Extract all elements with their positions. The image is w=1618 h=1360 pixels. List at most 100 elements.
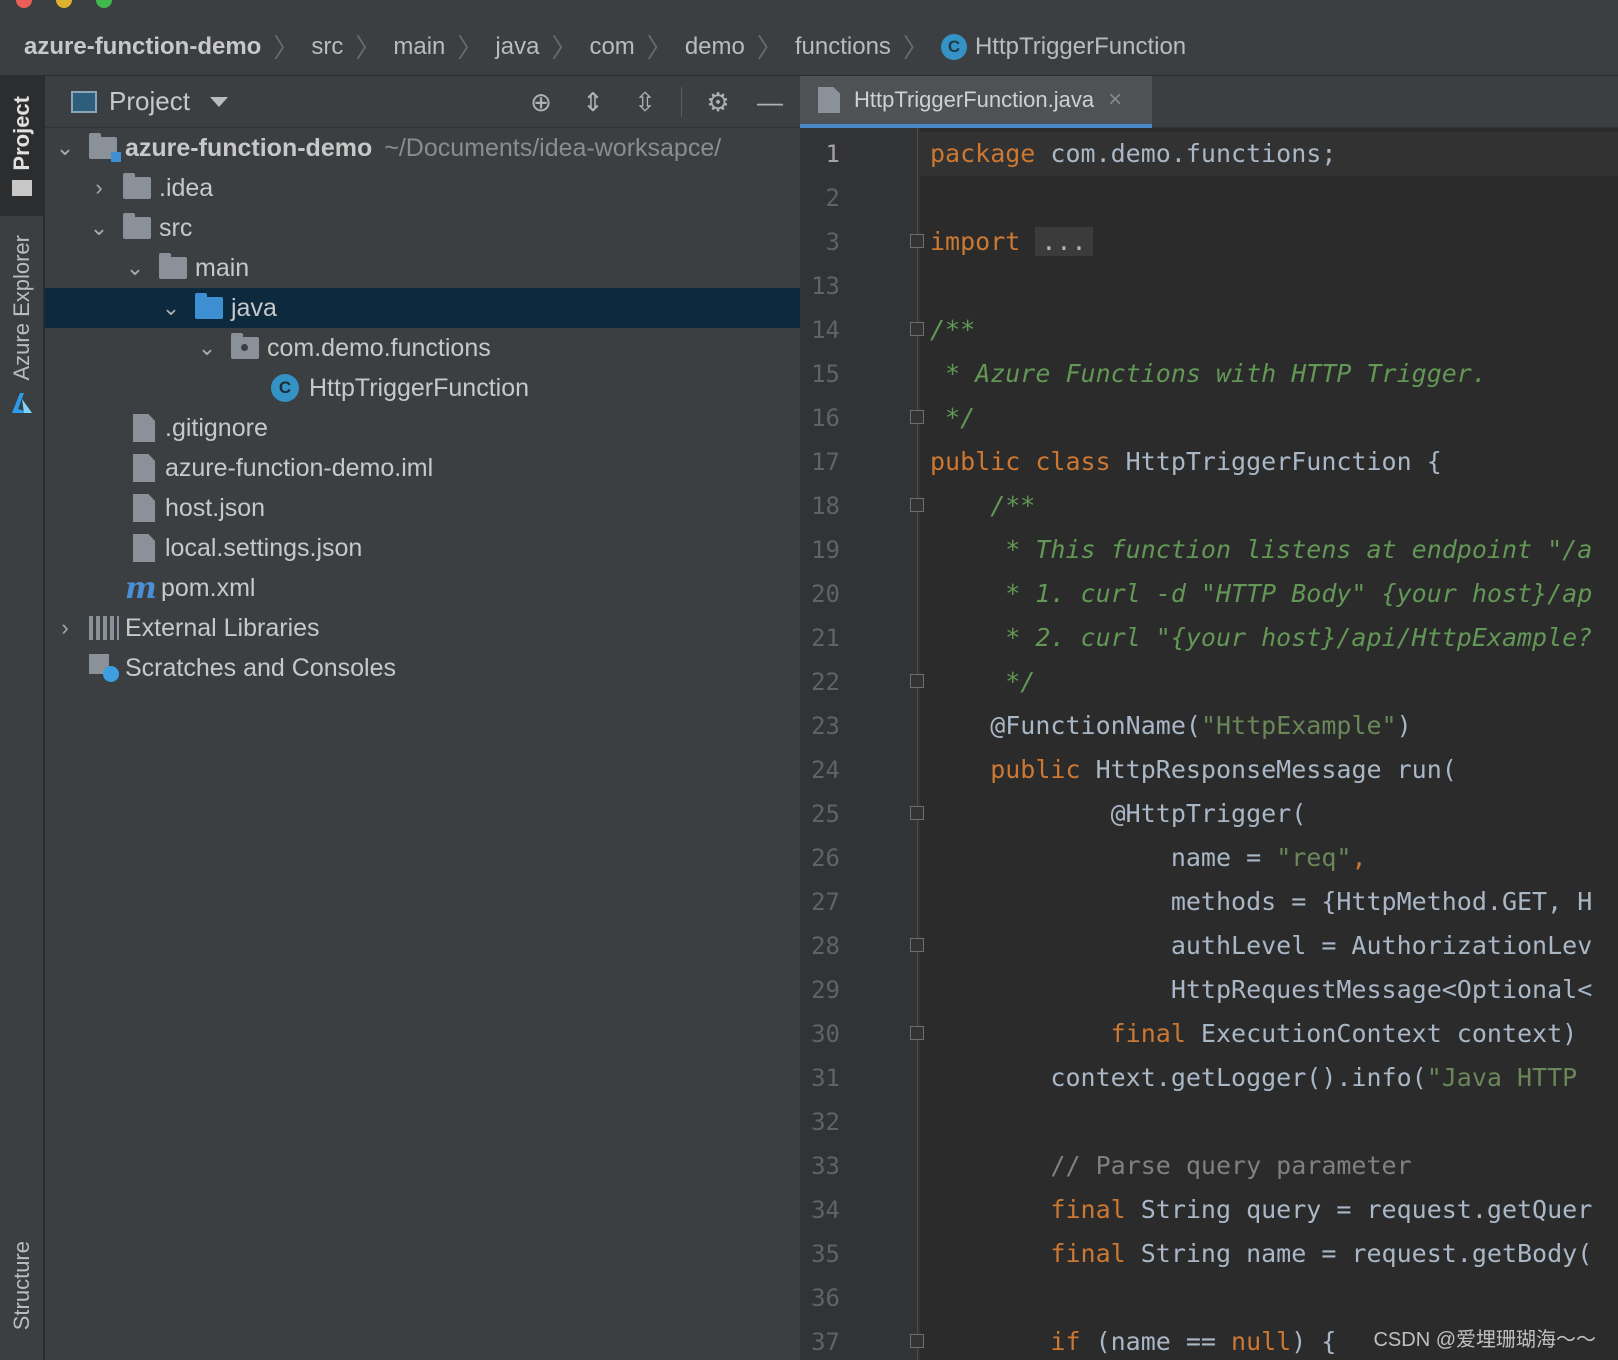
code-token: ) <box>1396 711 1412 740</box>
project-panel-toolbar: ⊕ ⇕ ⇳ ⚙ — <box>525 76 786 128</box>
line-number: 29 <box>811 976 840 1004</box>
structure-tool-button[interactable]: Structure <box>0 1216 44 1356</box>
fold-collapse-icon[interactable] <box>910 322 924 336</box>
code-line-31: context.getLogger().info("Java HTTP <box>930 1056 1592 1100</box>
folder-icon <box>159 253 187 279</box>
tree-item-label: .idea <box>159 173 214 202</box>
fold-guide <box>917 128 918 1360</box>
tree-item-scratches[interactable]: Scratches and Consoles <box>45 648 800 688</box>
chevron-right-icon[interactable]: › <box>51 615 79 641</box>
tree-item-local-settings[interactable]: local.settings.json <box>45 528 800 568</box>
breadcrumb-separator-icon: 〉 <box>756 33 783 63</box>
breadcrumb-item-com[interactable]: com <box>589 33 634 61</box>
chevron-down-icon[interactable]: ⌄ <box>157 295 185 321</box>
tree-item-external-libraries[interactable]: › External Libraries <box>45 608 800 648</box>
tree-item-package[interactable]: ⌄ com.demo.functions <box>45 328 800 368</box>
code-line-26: name = "req", <box>930 836 1367 880</box>
line-number: 20 <box>811 580 840 608</box>
fold-end-icon[interactable] <box>910 938 924 952</box>
line-number: 19 <box>811 536 840 564</box>
hide-panel-icon[interactable]: — <box>754 86 786 118</box>
tree-item-label: com.demo.functions <box>267 333 491 362</box>
breadcrumb-item-current-class[interactable]: HttpTriggerFunction <box>975 33 1186 61</box>
collapse-all-icon[interactable]: ⇳ <box>629 86 661 118</box>
line-number: 32 <box>811 1108 840 1136</box>
tab-httptriggerfunction[interactable]: HttpTriggerFunction.java × <box>800 76 1152 128</box>
tree-item-pom[interactable]: m pom.xml <box>45 568 800 608</box>
toolbar-divider <box>681 87 682 117</box>
close-window-button[interactable] <box>16 0 32 8</box>
chevron-right-icon[interactable]: › <box>85 175 113 201</box>
code-token: (name == <box>1080 1327 1232 1356</box>
chevron-down-icon[interactable]: ⌄ <box>193 335 221 361</box>
line-number: 36 <box>811 1284 840 1312</box>
ignore-file-icon <box>133 414 155 442</box>
line-number: 28 <box>811 932 840 960</box>
tree-item-label: java <box>231 293 277 322</box>
breadcrumb-item-main[interactable]: main <box>393 33 445 61</box>
tree-item-idea[interactable]: › .idea <box>45 168 800 208</box>
folded-imports[interactable]: ... <box>1035 227 1093 256</box>
code-token: com.demo.functions; <box>1035 139 1337 168</box>
close-icon[interactable]: × <box>1108 86 1122 114</box>
code-token: final <box>930 1195 1126 1224</box>
line-number: 17 <box>811 448 840 476</box>
line-number: 2 <box>825 184 840 212</box>
zoom-window-button[interactable] <box>96 0 112 8</box>
tree-item-project-root[interactable]: ⌄ azure-function-demo ~/Documents/idea-w… <box>45 128 800 168</box>
chevron-down-icon[interactable]: ⌄ <box>121 255 149 281</box>
fold-collapse-icon[interactable] <box>910 498 924 512</box>
tree-item-class-file[interactable]: C HttpTriggerFunction <box>45 368 800 408</box>
tree-item-iml[interactable]: azure-function-demo.iml <box>45 448 800 488</box>
line-number: 23 <box>811 712 840 740</box>
expand-all-icon[interactable]: ⇕ <box>577 86 609 118</box>
breadcrumb-item-java[interactable]: java <box>495 33 539 61</box>
chevron-down-icon[interactable]: ⌄ <box>85 215 113 241</box>
code-token: HttpResponseMessage run( <box>1080 755 1457 784</box>
tree-item-path-hint: ~/Documents/idea-worksapce/ <box>384 133 722 162</box>
chevron-down-icon[interactable] <box>209 96 228 107</box>
tree-item-label: host.json <box>165 493 266 522</box>
fold-collapse-icon[interactable] <box>910 1026 924 1040</box>
code-line-27: methods = {HttpMethod.GET, H <box>930 880 1592 924</box>
tree-item-gitignore[interactable]: .gitignore <box>45 408 800 448</box>
line-number: 34 <box>811 1196 840 1224</box>
breadcrumb-item-project[interactable]: azure-function-demo <box>24 33 261 61</box>
tool-window-strip: Project Azure Explorer Structure <box>0 76 44 1360</box>
breadcrumb-separator-icon: 〉 <box>457 33 484 63</box>
line-number: 31 <box>811 1064 840 1092</box>
tree-item-src[interactable]: ⌄ src <box>45 208 800 248</box>
code-token: "Java HTTP <box>1426 1063 1593 1092</box>
tree-item-label: External Libraries <box>125 613 320 642</box>
breadcrumb-item-demo[interactable]: demo <box>685 33 745 61</box>
chevron-down-icon[interactable]: ⌄ <box>51 135 79 161</box>
code-line-15: * Azure Functions with HTTP Trigger. <box>930 359 1487 388</box>
tree-item-java[interactable]: ⌄ java <box>45 288 800 328</box>
azure-explorer-label: Azure Explorer <box>9 235 34 381</box>
package-icon <box>231 333 259 359</box>
tree-item-main[interactable]: ⌄ main <box>45 248 800 288</box>
gear-icon[interactable]: ⚙ <box>702 86 734 118</box>
locate-icon[interactable]: ⊕ <box>525 86 557 118</box>
fold-collapse-icon[interactable] <box>910 1334 924 1348</box>
project-tool-label: Project <box>9 95 34 171</box>
json-file-icon <box>133 494 155 522</box>
fold-end-icon[interactable] <box>910 674 924 688</box>
project-tool-button[interactable]: Project <box>0 76 44 216</box>
code-line-17: public class HttpTriggerFunction { <box>930 440 1442 484</box>
project-panel-title[interactable]: Project <box>109 86 190 117</box>
fold-end-icon[interactable] <box>910 410 924 424</box>
fold-expand-icon[interactable] <box>910 234 924 248</box>
tree-item-host-json[interactable]: host.json <box>45 488 800 528</box>
code-line-28: authLevel = AuthorizationLev <box>930 931 1593 960</box>
code-token: null <box>1231 1327 1292 1356</box>
azure-explorer-tool-button[interactable]: Azure Explorer <box>0 226 44 426</box>
breadcrumb-item-src[interactable]: src <box>311 33 343 61</box>
fold-collapse-icon[interactable] <box>910 806 924 820</box>
tree-item-label: pom.xml <box>161 573 256 602</box>
breadcrumb-item-functions[interactable]: functions <box>795 33 891 61</box>
minimize-window-button[interactable] <box>56 0 72 8</box>
code-token: methods = {HttpMethod.GET <box>930 887 1548 916</box>
module-folder-icon <box>89 133 121 162</box>
project-panel: Project ⊕ ⇕ ⇳ ⚙ — ⌄ azure-function-demo … <box>45 76 800 1360</box>
